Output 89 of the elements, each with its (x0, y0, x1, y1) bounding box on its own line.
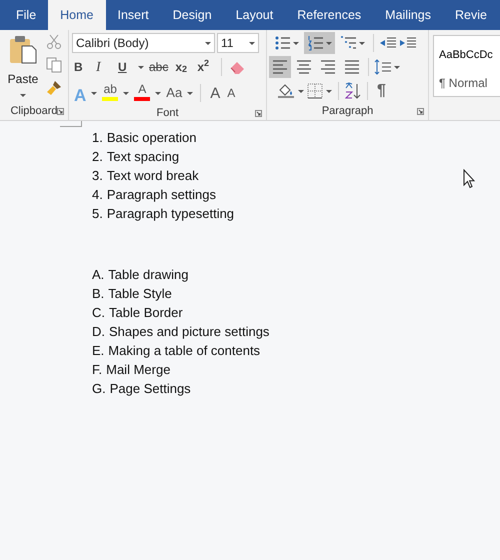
caret-icon (359, 42, 365, 44)
list-marker: F. (92, 360, 102, 379)
align-left-button[interactable] (269, 56, 291, 78)
group-label: Clipboard (10, 104, 58, 120)
ribbon-tab[interactable]: Layout (224, 0, 286, 30)
copy-icon[interactable] (46, 57, 62, 73)
change-case-button[interactable]: Aa (164, 83, 184, 103)
list-item: Table Style (108, 284, 172, 303)
caret-icon[interactable] (326, 90, 332, 92)
list-marker: 2. (92, 148, 103, 166)
list-item: Basic operation (106, 128, 196, 147)
paintbrush-icon[interactable] (46, 80, 62, 96)
line-spacing-icon[interactable] (374, 59, 392, 75)
borders-icon[interactable] (307, 83, 323, 99)
increase-indent-icon[interactable] (399, 36, 417, 50)
underline-button[interactable]: U (116, 57, 135, 77)
ribbon-tab[interactable]: References (285, 0, 374, 30)
strikethrough-button[interactable]: abc (147, 57, 170, 77)
list-marker: 4. (92, 186, 103, 204)
caret-icon (326, 42, 332, 44)
list-item: Page Settings (110, 380, 191, 398)
caret-icon[interactable] (20, 94, 26, 97)
justify-icon (344, 59, 360, 75)
superscript-button[interactable]: x$^{2}$ (195, 57, 214, 77)
list-marker: C. (92, 304, 105, 322)
italic-button[interactable]: I (94, 57, 113, 77)
list-item: Shapes and picture settings (109, 322, 270, 341)
list-marker: B. (92, 284, 104, 303)
font-name-field[interactable]: Calibri (Body) (72, 33, 215, 53)
caret-icon[interactable] (187, 92, 194, 94)
clipboard-icon (8, 34, 38, 64)
caret-icon[interactable] (205, 42, 211, 44)
list-item: Making a table of contents (108, 342, 260, 360)
list-item: Paragraph settings (106, 186, 216, 204)
ribbon-tab[interactable]: Design (160, 0, 224, 30)
list-marker: A. (92, 266, 104, 284)
decrease-indent-icon[interactable] (379, 36, 397, 50)
caret-icon (293, 42, 299, 44)
caret-icon[interactable] (91, 92, 98, 94)
highlight-button[interactable]: ab (100, 82, 120, 104)
group-label: Font (156, 106, 178, 120)
caret-icon[interactable] (298, 90, 304, 92)
list-marker: D. (92, 322, 105, 341)
multilevel-list-icon (340, 35, 356, 51)
dialog-launcher-icon[interactable] (417, 108, 424, 115)
ribbon-tab[interactable]: Home (48, 0, 106, 30)
font-color-button[interactable]: A (132, 82, 152, 104)
align-center-icon (296, 59, 312, 75)
align-left-icon (272, 59, 288, 75)
mouse-pointer-icon (463, 169, 475, 189)
font-size-field[interactable]: 11 (217, 33, 259, 53)
grow-font-button[interactable]: A (208, 83, 222, 103)
caret-icon[interactable] (155, 92, 162, 94)
scissors-icon[interactable] (46, 34, 62, 50)
dialog-launcher-icon[interactable] (255, 110, 262, 117)
show-marks-button[interactable]: ¶ (374, 79, 389, 103)
margin-mark (60, 121, 82, 127)
group-label: Paragraph (322, 104, 374, 120)
numbered-list-icon (307, 35, 323, 51)
shrink-font-button[interactable]: A (225, 83, 238, 103)
list-marker: 1. (92, 128, 103, 147)
paste-button[interactable]: Paste (0, 30, 46, 103)
list-item: Text spacing (106, 148, 180, 166)
style-gallery[interactable]: AaBbCcDc ¶ Normal (433, 35, 500, 97)
list-item: Table drawing (108, 266, 189, 284)
list-item: Table Border (109, 304, 183, 322)
align-right-icon (320, 59, 336, 75)
list-item: Paragraph typesetting (106, 204, 234, 223)
list-item: Mail Merge (106, 360, 170, 379)
ribbon-tab[interactable]: File (4, 0, 48, 30)
ribbon-tab[interactable]: Mailings (373, 0, 444, 30)
caret-icon[interactable] (249, 42, 255, 44)
sort-icon[interactable] (345, 82, 361, 100)
list-item: Text word break (106, 166, 199, 185)
paint-bucket-icon[interactable] (277, 83, 295, 99)
caret-icon[interactable] (394, 66, 400, 68)
bullet-list-icon (274, 35, 290, 51)
bold-button[interactable]: B (72, 57, 91, 77)
subscript-button[interactable]: x$_{2}$ (173, 57, 192, 77)
caret-icon[interactable] (123, 92, 130, 94)
numbered-list-button[interactable] (304, 32, 335, 54)
ribbon-tab[interactable]: Revie (443, 0, 499, 30)
list-marker: 5. (92, 204, 103, 223)
dialog-launcher-icon[interactable] (57, 108, 64, 115)
list-marker: E. (92, 342, 104, 360)
list-marker: 3. (92, 166, 103, 185)
ribbon-tab[interactable]: Insert (106, 0, 161, 30)
caret-icon[interactable] (138, 66, 144, 68)
list-marker: G. (92, 380, 106, 398)
